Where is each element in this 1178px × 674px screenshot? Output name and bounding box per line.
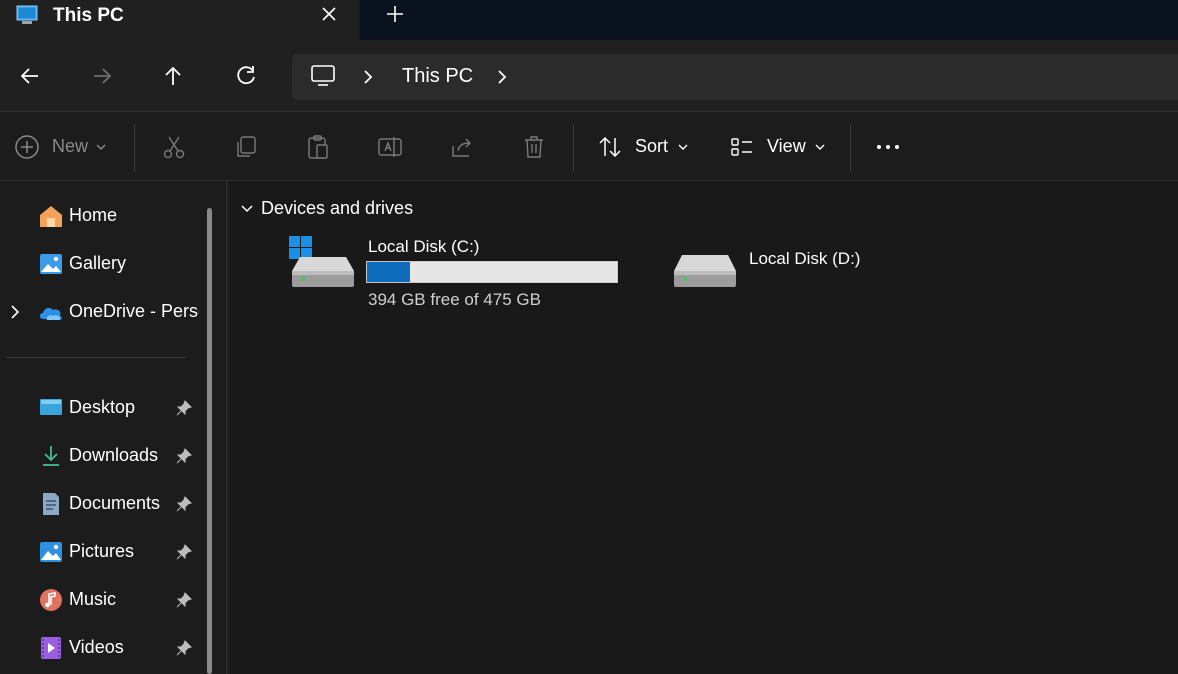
downloads-icon [43,446,59,466]
pictures-icon [40,542,62,562]
chevron-right-icon[interactable] [360,68,376,86]
cut-icon[interactable] [161,134,187,160]
divider [6,357,186,358]
navigation-bar: This PC [0,40,1178,112]
videos-icon [41,637,61,659]
refresh-icon[interactable] [232,62,260,90]
more-icon[interactable] [875,134,901,160]
new-plus-icon [15,135,39,159]
sidebar-item-label: Home [69,205,118,225]
separator [134,124,135,172]
navigation-pane: Home Gallery OneDrive - Perso Desktop Do… [0,181,226,674]
pin-icon[interactable] [175,591,193,609]
sort-icon [599,136,621,158]
onedrive-icon [40,307,62,320]
drive-usage-bar [366,261,618,283]
sidebar-item-label: OneDrive - Perso [69,301,199,321]
desktop-icon [40,399,62,415]
documents-icon [43,493,59,515]
music-icon [40,589,62,611]
sidebar-item-pictures[interactable]: Pictures [0,532,205,572]
drive-item-d[interactable]: Local Disk (D:) [670,235,970,315]
drive-item-c[interactable]: Local Disk (C:) 394 GB free of 475 GB [288,235,628,315]
paste-icon[interactable] [305,134,331,160]
chevron-right-icon[interactable] [8,304,22,320]
sidebar-item-videos[interactable]: Videos [0,628,205,668]
separator [850,124,851,172]
drive-usage-fill [367,262,410,282]
pin-icon[interactable] [175,543,193,561]
drive-icon [674,255,736,287]
drive-name: Local Disk (D:) [749,249,861,268]
gallery-icon [40,254,62,274]
sidebar-scrollbar[interactable] [207,208,212,674]
new-label: New [52,136,89,156]
arrow-right-icon[interactable] [88,62,116,90]
sidebar-item-desktop[interactable]: Desktop [0,388,205,428]
chevron-down-icon [96,144,106,150]
tab-title: This PC [53,5,124,26]
tab-bar: This PC [0,0,1178,40]
content-pane: Devices and drives Local Disk (C:) 394 G… [228,181,1178,674]
arrow-up-icon[interactable] [159,62,187,90]
close-icon[interactable] [318,3,340,25]
sidebar-item-home[interactable]: Home [0,196,205,236]
this-pc-icon [311,65,335,86]
sort-label: Sort [635,136,669,156]
tab-this-pc[interactable]: This PC [0,0,360,40]
view-label: View [767,136,806,156]
pin-icon[interactable] [175,495,193,513]
sidebar-item-gallery[interactable]: Gallery [0,244,205,284]
sidebar-item-onedrive[interactable]: OneDrive - Perso [0,292,205,332]
arrow-left-icon[interactable] [16,62,44,90]
separator [573,124,574,172]
sidebar-item-label: Gallery [69,253,127,273]
pin-icon[interactable] [175,399,193,417]
this-pc-icon [16,5,38,24]
drive-free-space: 394 GB free of 475 GB [368,290,541,309]
address-bar[interactable]: This PC [292,54,1178,100]
drive-name: Local Disk (C:) [368,237,480,256]
chevron-down-icon[interactable] [240,203,254,215]
chevron-down-icon [678,144,688,150]
share-icon[interactable] [449,134,475,160]
plus-icon[interactable] [384,3,406,25]
delete-icon[interactable] [521,134,547,160]
group-header-devices-and-drives[interactable]: Devices and drives [261,198,413,219]
view-icon [731,138,752,156]
pin-icon[interactable] [175,447,193,465]
pin-icon[interactable] [175,639,193,657]
rename-icon[interactable] [377,134,403,160]
copy-icon[interactable] [233,134,259,160]
sidebar-item-documents[interactable]: Documents [0,484,205,524]
sidebar-item-downloads[interactable]: Downloads [0,436,205,476]
system-drive-icon [289,236,354,287]
chevron-down-icon [815,144,825,150]
address-segment-this-pc[interactable]: This PC [402,65,473,88]
chevron-right-icon[interactable] [494,68,510,86]
home-icon [40,206,62,227]
command-bar: New Sort View [0,112,1178,181]
sidebar-item-music[interactable]: Music [0,580,205,620]
